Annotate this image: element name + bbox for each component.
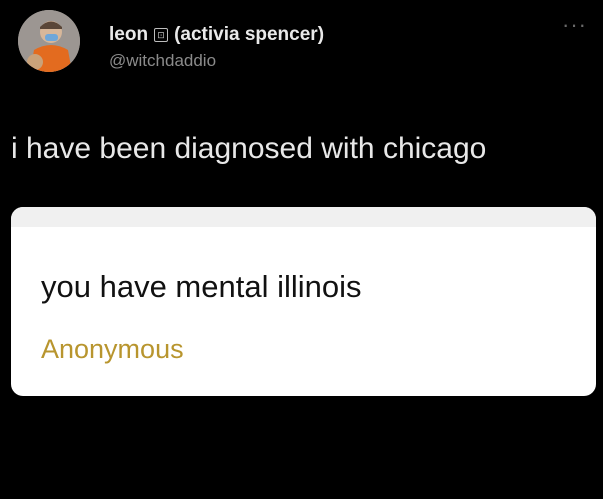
tweet-text: i have been diagnosed with chicago bbox=[11, 132, 487, 165]
author-handle[interactable]: @witchdaddio bbox=[109, 51, 216, 71]
card-question-text: you have mental illinois bbox=[41, 269, 362, 304]
more-options-icon[interactable]: ··· bbox=[562, 14, 587, 36]
tweet: leon ⊡ (activia spencer) @witchdaddio ··… bbox=[0, 0, 603, 499]
avatar-image bbox=[18, 10, 80, 72]
avatar[interactable] bbox=[18, 10, 80, 72]
author-display-suffix[interactable]: (activia spencer) bbox=[174, 24, 324, 46]
card-header-bar bbox=[11, 207, 596, 227]
author-name-row[interactable]: leon ⊡ (activia spencer) bbox=[109, 24, 324, 46]
question-card: you have mental illinois Anonymous bbox=[11, 207, 596, 396]
author-name[interactable]: leon bbox=[109, 24, 148, 46]
name-emoji-icon: ⊡ bbox=[154, 28, 169, 42]
card-author-label: Anonymous bbox=[41, 334, 184, 364]
